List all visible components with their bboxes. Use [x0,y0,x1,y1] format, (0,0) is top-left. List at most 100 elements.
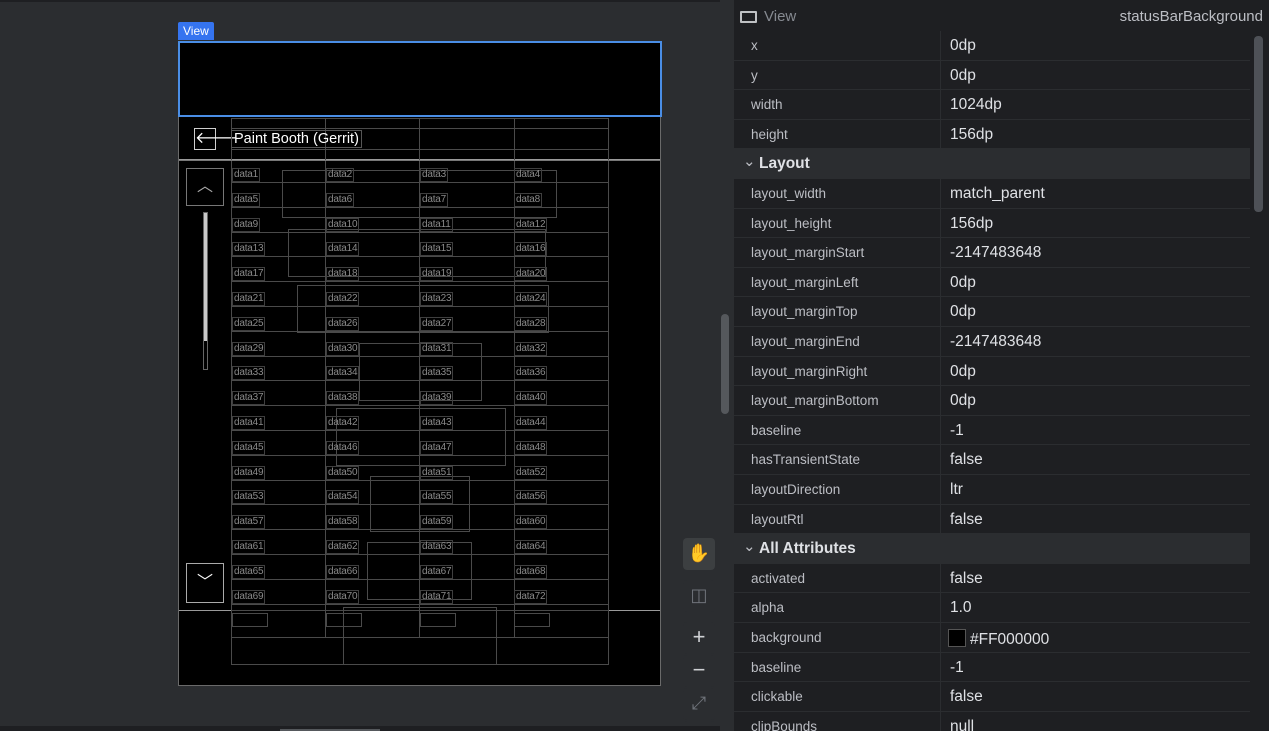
grid-row-line [231,330,609,332]
attribute-name: layout_width [751,186,827,201]
frame-toggle-icon[interactable]: ◫ [683,580,715,612]
section-title: All Attributes [759,540,856,558]
column-divider [940,445,941,474]
column-divider [940,475,941,504]
column-divider [940,267,941,297]
attribute-row[interactable]: baseline -1 [734,652,1250,683]
attribute-value: 0dp [950,273,976,291]
attribute-row[interactable]: layout_marginBottom 0dp [734,386,1250,416]
grid-row-line [231,256,609,258]
grid-row-line [231,206,609,208]
grid-cell: data55 [420,490,454,505]
layout-inspector-canvas[interactable]: View 🡐 Paint Booth (Gerrit) ︿ ﹀ data1 dat… [0,0,720,731]
attribute-name: layout_marginEnd [751,334,860,349]
attribute-row[interactable]: hasTransientState false [734,445,1250,475]
grid-cell: data38 [326,391,360,406]
attribute-row[interactable]: layout_marginStart -2147483648 [734,238,1250,268]
scrollbar-thumb[interactable] [204,213,207,341]
canvas-vertical-scroll-thumb[interactable] [721,314,729,414]
column-divider [940,60,941,90]
grid-cell: data70 [326,589,360,604]
grid-cell: data36 [514,366,548,381]
grid-cell: data64 [514,540,548,554]
grid-cell: data54 [326,490,360,505]
grid-row-line [231,504,609,506]
attribute-value: 0dp [950,303,976,321]
grid-cell: data10 [326,217,360,232]
column-divider [940,327,941,356]
zoom-in-button[interactable]: + [683,622,715,654]
layout-section-header[interactable]: ⌄ Layout [734,149,1250,180]
scroll-up-button[interactable]: ︿ [186,168,224,206]
attribute-row[interactable]: alpha 1.0 [734,593,1250,623]
grid-cell: data60 [514,515,548,530]
attributes-scrollbar[interactable] [1254,36,1263,212]
attribute-row[interactable]: layout_width match_parent [734,179,1250,209]
attribute-name: baseline [751,422,802,438]
grid-cell: data52 [514,465,548,480]
attribute-row[interactable]: background #FF000000 [734,623,1250,653]
grid-cell: data62 [326,540,360,554]
attribute-row[interactable]: layout_marginRight 0dp [734,356,1250,387]
grid-row-line [231,603,609,605]
back-arrow-icon[interactable]: 🡐 [194,128,238,150]
column-divider [940,179,941,208]
attribute-name: alpha [751,600,785,616]
attribute-name: width [751,97,783,113]
attribute-row[interactable]: y 0dp [734,60,1250,91]
grid-cell: data5 [232,192,261,207]
attribute-value: 156dp [950,214,994,232]
attribute-name: layout_marginBottom [751,393,879,409]
grid-cell: data42 [326,416,360,430]
grid-cell: data30 [326,341,360,356]
grid-cell: data14 [326,242,360,257]
attribute-row[interactable]: layoutDirection ltr [734,475,1250,505]
pan-hand-icon[interactable]: ✋ [683,538,715,570]
grid-row-line [231,529,609,531]
attribute-row[interactable]: height 156dp [734,119,1250,150]
attribute-value: 0dp [950,362,976,380]
attribute-row[interactable]: width 1024dp [734,90,1250,120]
attribute-value: ltr [950,481,963,498]
column-divider [940,623,941,652]
attribute-value: false [950,510,983,528]
grid-cell: data34 [326,366,360,381]
attribute-row[interactable]: x 0dp [734,31,1250,61]
grid-cell: data8 [514,192,543,207]
attribute-name: layout_marginTop [751,304,858,320]
attribute-name: layout_height [751,215,832,231]
grid-cell: data65 [232,564,266,579]
list-top-line [179,160,660,161]
grid-cell: data11 [420,217,453,232]
column-divider [940,90,941,119]
all-attributes-section-header[interactable]: ⌄ All Attributes [734,534,1250,565]
grid-cell: data25 [232,316,266,331]
attribute-row[interactable]: layout_height 156dp [734,208,1250,239]
grid-row-line [231,454,609,456]
zoom-out-button[interactable]: − [683,655,715,687]
grid-row-line [231,380,609,382]
device-preview[interactable]: 🡐 Paint Booth (Gerrit) ︿ ﹀ data1 data2 dat… [178,41,661,686]
column-divider [940,297,941,326]
attribute-row[interactable]: layout_marginTop 0dp [734,297,1250,327]
column-divider [940,593,941,622]
attribute-value: 1024dp [950,96,1002,114]
scroll-down-button[interactable]: ﹀ [186,563,224,603]
grid-cell: data16 [514,242,548,257]
grid-cell: data31 [420,341,454,356]
attribute-value: 0dp [950,392,976,410]
attribute-row[interactable]: clipBounds null [734,711,1250,731]
grid-cell: data21 [232,292,266,306]
attribute-row[interactable]: layoutRtl false [734,504,1250,535]
attribute-row[interactable]: clickable false [734,682,1250,712]
grid-row-line [231,405,609,407]
grid-row-line [231,231,609,233]
app-title: Paint Booth (Gerrit) [231,130,362,148]
attribute-row[interactable]: layout_marginEnd -2147483648 [734,327,1250,357]
grid-cell: data50 [326,465,360,480]
attribute-row[interactable]: layout_marginLeft 0dp [734,267,1250,298]
attribute-row[interactable]: baseline -1 [734,415,1250,446]
zoom-to-fit-icon[interactable]: ⤢ [683,688,715,720]
attribute-row[interactable]: activated false [734,563,1250,594]
grid-cell: data47 [420,440,454,455]
